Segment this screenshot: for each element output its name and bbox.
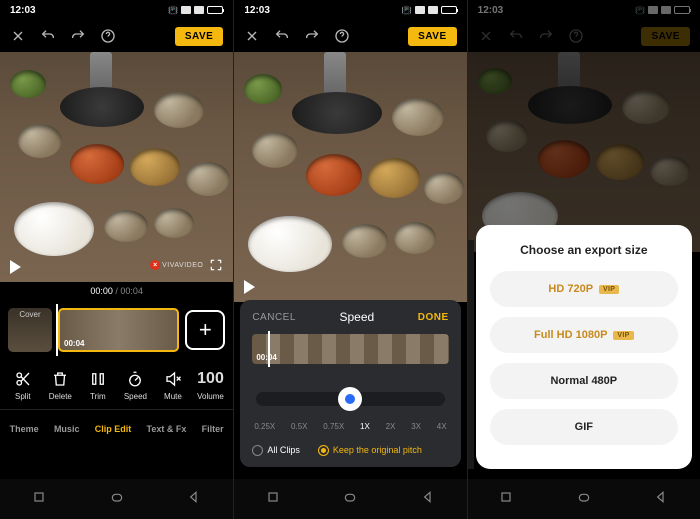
export-480p[interactable]: Normal 480P bbox=[490, 363, 678, 399]
android-navbar bbox=[0, 479, 233, 519]
nav-recent-icon[interactable] bbox=[265, 489, 281, 510]
export-1080p[interactable]: Full HD 1080P VIP bbox=[490, 317, 678, 353]
video-preview[interactable] bbox=[234, 52, 466, 302]
vip-badge: VIP bbox=[599, 285, 619, 294]
time-total: 00:04 bbox=[120, 286, 143, 296]
speed-panel: CANCEL Speed DONE 00:04 0.25X 0.5X 0.75X… bbox=[240, 300, 460, 467]
export-sheet: Choose an export size HD 720P VIP Full H… bbox=[476, 225, 692, 469]
nav-back-icon[interactable] bbox=[186, 489, 202, 510]
help-icon[interactable] bbox=[334, 28, 350, 44]
radio-on-icon bbox=[318, 445, 329, 456]
speed-slider[interactable] bbox=[256, 382, 444, 418]
cover-label: Cover bbox=[19, 310, 40, 319]
battery-icon bbox=[207, 6, 223, 14]
cancel-button[interactable]: CANCEL bbox=[252, 312, 296, 323]
android-navbar bbox=[468, 479, 700, 519]
play-button[interactable] bbox=[10, 260, 21, 274]
nav-home-icon[interactable] bbox=[576, 489, 592, 510]
close-icon[interactable] bbox=[10, 28, 26, 44]
close-icon[interactable] bbox=[244, 28, 260, 44]
save-button[interactable]: SAVE bbox=[408, 27, 457, 46]
nav-recent-icon[interactable] bbox=[498, 489, 514, 510]
opt-all-clips[interactable]: All Clips bbox=[252, 445, 300, 456]
status-time: 12:03 bbox=[10, 5, 36, 16]
speed-options: All Clips Keep the original pitch bbox=[252, 445, 448, 456]
preview-image bbox=[234, 52, 466, 302]
fullscreen-icon[interactable] bbox=[209, 258, 223, 272]
tab-text-fx[interactable]: Text & Fx bbox=[145, 420, 189, 438]
watermark-remove-icon[interactable]: × bbox=[150, 260, 160, 270]
tool-speed[interactable]: Speed bbox=[118, 370, 152, 401]
wifi-icon bbox=[194, 6, 204, 14]
export-gif[interactable]: GIF bbox=[490, 409, 678, 445]
nav-home-icon[interactable] bbox=[342, 489, 358, 510]
export-720p[interactable]: HD 720P VIP bbox=[490, 271, 678, 307]
save-button[interactable]: SAVE bbox=[175, 27, 224, 46]
bottom-tabs: Theme Music Clip Edit Text & Fx Filter bbox=[0, 409, 233, 448]
video-preview[interactable]: × VIVAVIDEO bbox=[0, 52, 233, 282]
nav-home-icon[interactable] bbox=[109, 489, 125, 510]
tool-mute[interactable]: Mute bbox=[156, 370, 190, 401]
clip-strip[interactable]: 00:04 bbox=[252, 334, 448, 364]
play-button[interactable] bbox=[244, 280, 255, 294]
tab-filter[interactable]: Filter bbox=[200, 420, 226, 438]
redo-icon[interactable] bbox=[304, 28, 320, 44]
tool-volume[interactable]: 100Volume bbox=[194, 370, 228, 401]
tab-music[interactable]: Music bbox=[52, 420, 82, 438]
radio-off-icon bbox=[252, 445, 263, 456]
watermark-text: VIVAVIDEO bbox=[162, 262, 203, 269]
tab-theme[interactable]: Theme bbox=[8, 420, 41, 438]
speed-marks: 0.25X 0.5X 0.75X 1X 2X 3X 4X bbox=[252, 422, 448, 431]
redo-icon[interactable] bbox=[70, 28, 86, 44]
signal-icon bbox=[181, 6, 191, 14]
slider-knob[interactable] bbox=[338, 387, 362, 411]
add-clip-button[interactable]: + bbox=[185, 310, 225, 350]
status-time: 12:03 bbox=[244, 5, 270, 16]
status-right: 📳 bbox=[402, 6, 457, 15]
vibrate-icon: 📳 bbox=[402, 6, 412, 15]
timeline[interactable]: Cover 00:04 + bbox=[0, 300, 233, 360]
preview-image bbox=[0, 52, 233, 282]
editor-topbar: SAVE bbox=[234, 20, 466, 52]
clip-duration: 00:04 bbox=[256, 353, 276, 362]
opt-keep-pitch[interactable]: Keep the original pitch bbox=[318, 445, 422, 456]
android-navbar bbox=[234, 479, 466, 519]
tool-trim[interactable]: Trim bbox=[81, 370, 115, 401]
vibrate-icon: 📳 bbox=[168, 6, 178, 15]
nav-recent-icon[interactable] bbox=[31, 489, 47, 510]
undo-icon[interactable] bbox=[40, 28, 56, 44]
undo-icon[interactable] bbox=[274, 28, 290, 44]
clip-thumb[interactable]: 00:04 bbox=[58, 308, 179, 352]
vip-badge: VIP bbox=[613, 331, 633, 340]
watermark[interactable]: × VIVAVIDEO bbox=[150, 260, 203, 270]
tool-split[interactable]: Split bbox=[6, 370, 40, 401]
background-edge bbox=[468, 240, 474, 469]
tab-clip-edit[interactable]: Clip Edit bbox=[93, 420, 134, 438]
tool-delete[interactable]: Delete bbox=[43, 370, 77, 401]
panel-title: Speed bbox=[339, 310, 374, 324]
time-indicator: 00:00 / 00:04 bbox=[0, 282, 233, 300]
screen-export: 12:03 📳 SAVE Ch bbox=[467, 0, 700, 519]
signal-icon bbox=[415, 6, 425, 14]
status-bar: 12:03 📳 bbox=[0, 0, 233, 20]
clip-duration: 00:04 bbox=[64, 339, 84, 348]
wifi-icon bbox=[428, 6, 438, 14]
time-current: 00:00 bbox=[90, 286, 113, 296]
done-button[interactable]: DONE bbox=[418, 312, 449, 323]
status-bar: 12:03 📳 bbox=[234, 0, 466, 20]
nav-back-icon[interactable] bbox=[420, 489, 436, 510]
editor-topbar: SAVE bbox=[0, 20, 233, 52]
cover-thumb[interactable]: Cover bbox=[8, 308, 52, 352]
screen-clip-edit: 12:03 📳 SAVE bbox=[0, 0, 233, 519]
screen-speed: 12:03 📳 SAVE bbox=[233, 0, 466, 519]
sheet-title: Choose an export size bbox=[490, 243, 678, 257]
tool-row: Split Delete Trim Speed Mute 100Volume bbox=[0, 360, 233, 409]
battery-icon bbox=[441, 6, 457, 14]
nav-back-icon[interactable] bbox=[653, 489, 669, 510]
help-icon[interactable] bbox=[100, 28, 116, 44]
status-right: 📳 bbox=[168, 6, 223, 15]
